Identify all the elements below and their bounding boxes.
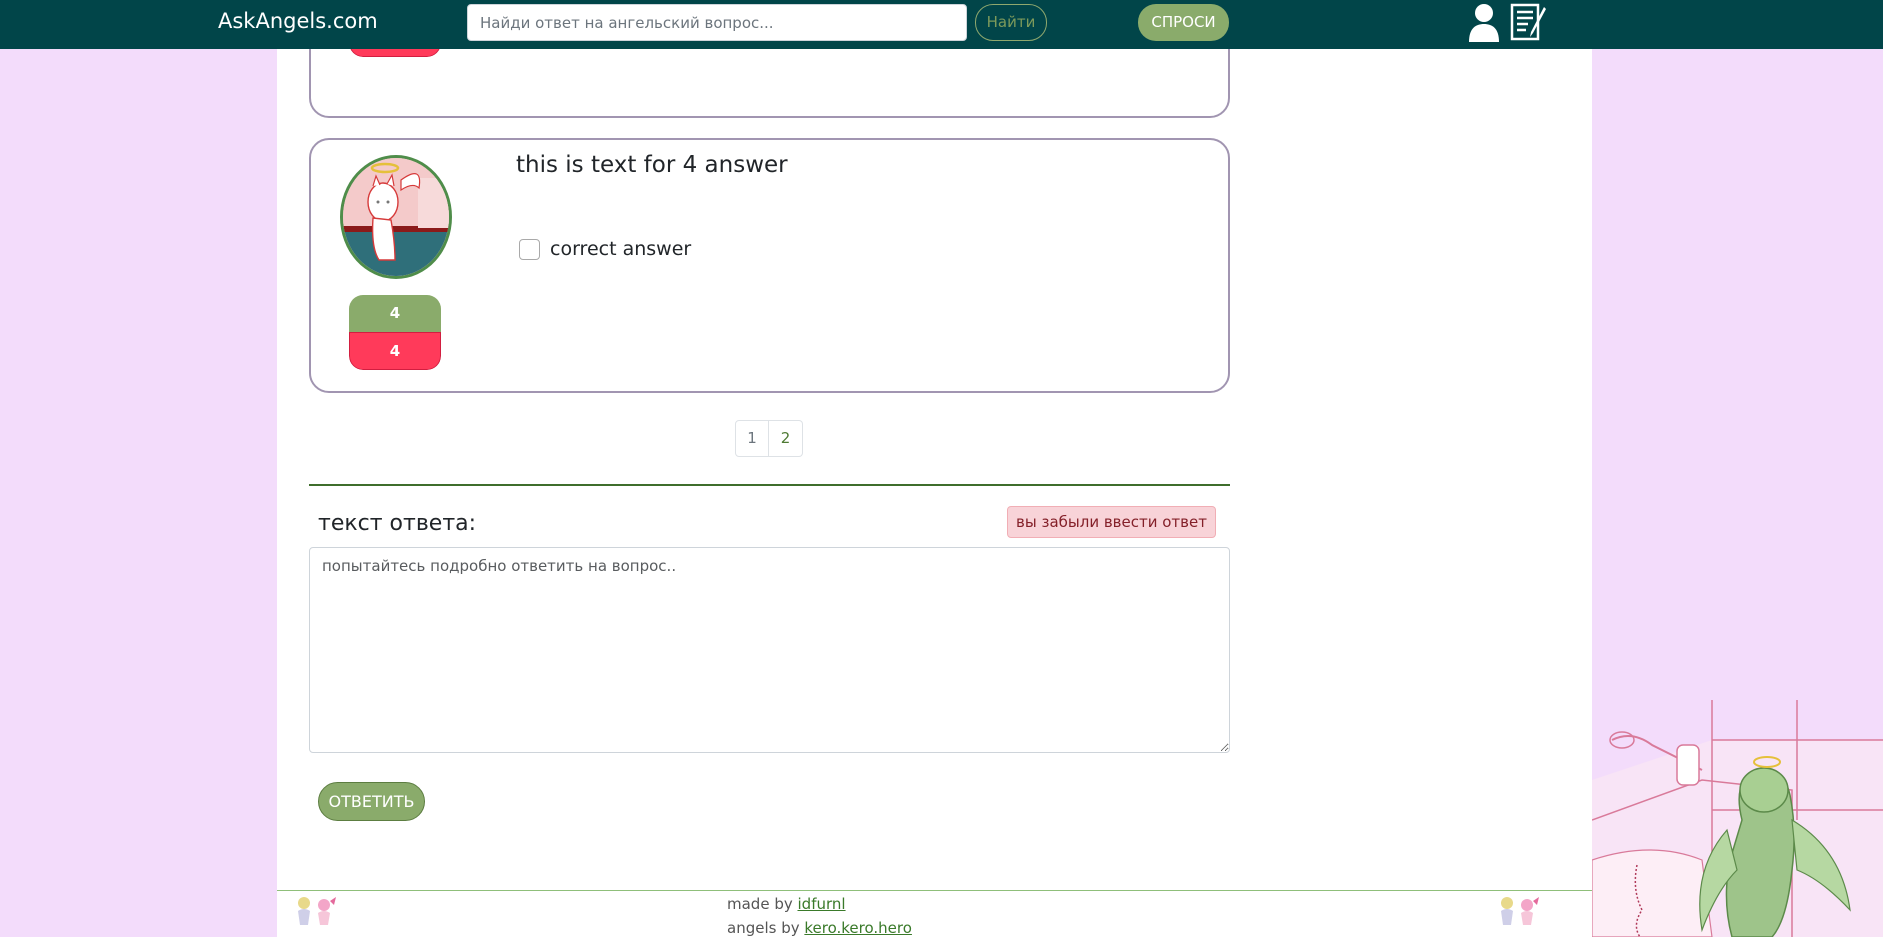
answer-textarea[interactable] (309, 547, 1230, 753)
vote-up-button[interactable]: 4 (349, 295, 441, 332)
page-link-1[interactable]: 1 (735, 420, 769, 457)
error-badge: вы забыли ввести ответ (1007, 506, 1216, 538)
brand-logo[interactable]: AskAngels.com (218, 9, 378, 33)
author-link[interactable]: idfurnl (798, 895, 846, 913)
correct-answer-row: correct answer (519, 238, 691, 260)
pagination: 1 2 (735, 420, 803, 457)
answer-form-heading: текст ответа: (318, 511, 477, 536)
footer-angels-by: angels by kero.kero.hero (727, 919, 912, 937)
answer-card: 4 4 this is text for 4 answer correct an… (309, 138, 1230, 393)
bathroom-angel-illustration (1592, 700, 1883, 937)
navbar: AskAngels.com Найти СПРОСИ (0, 0, 1883, 49)
avatar (340, 155, 452, 279)
search-input[interactable] (467, 4, 967, 41)
footer-divider (277, 890, 1592, 891)
answer-text: this is text for 4 answer (516, 152, 788, 178)
vote-box: 4 4 (349, 295, 441, 370)
correct-answer-checkbox[interactable] (519, 238, 540, 260)
ask-button[interactable]: СПРОСИ (1138, 4, 1229, 41)
user-icon[interactable] (1466, 0, 1502, 44)
angels-deco-icon (298, 897, 336, 925)
artist-link[interactable]: kero.kero.hero (804, 919, 912, 937)
footer-angels-by-prefix: angels by (727, 919, 805, 937)
notes-icon[interactable] (1508, 1, 1552, 45)
vote-down-button[interactable]: 4 (349, 332, 441, 370)
angel-avatar-icon (343, 158, 449, 276)
correct-answer-label[interactable]: correct answer (550, 238, 691, 260)
search-button[interactable]: Найти (975, 4, 1047, 41)
angels-deco-icon (1501, 897, 1539, 925)
divider (309, 484, 1230, 486)
footer-made-by: made by idfurnl (727, 895, 846, 913)
page-link-2[interactable]: 2 (769, 420, 803, 457)
reply-button[interactable]: ОТВЕТИТЬ (318, 782, 425, 821)
footer-made-by-prefix: made by (727, 895, 798, 913)
